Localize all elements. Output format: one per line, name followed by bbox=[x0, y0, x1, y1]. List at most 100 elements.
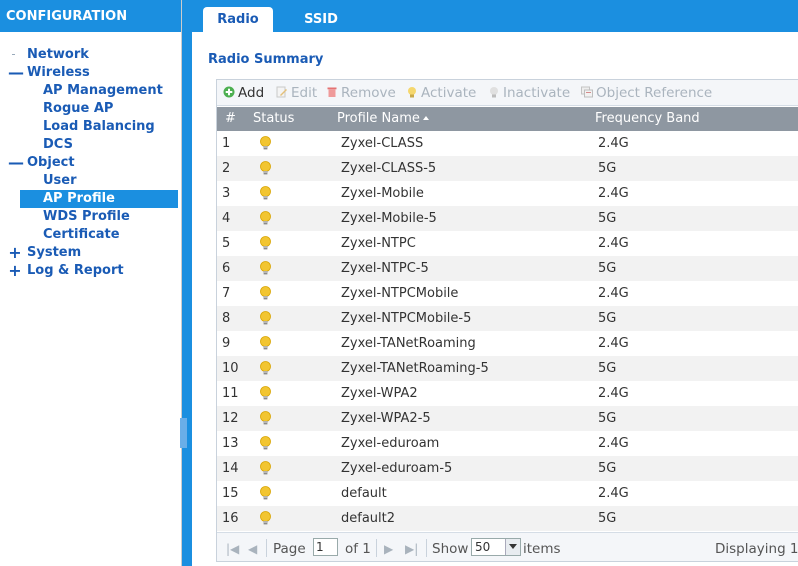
inactivate-button[interactable]: Inactivate bbox=[488, 84, 570, 102]
pager-divider bbox=[266, 539, 267, 557]
first-page-icon[interactable]: |◀ bbox=[226, 540, 239, 558]
frame-border bbox=[182, 0, 192, 566]
table-row[interactable]: 5 Zyxel-NTPC 2.4G bbox=[217, 231, 798, 256]
table-row[interactable]: 16 default2 5G bbox=[217, 506, 798, 531]
sidebar-item-dcs[interactable]: DCS bbox=[0, 136, 181, 154]
sidebar-item-label: Load Balancing bbox=[43, 119, 155, 134]
table-row[interactable]: 3 Zyxel-Mobile 2.4G bbox=[217, 181, 798, 206]
sidebar-item-wds-profile[interactable]: WDS Profile bbox=[0, 208, 181, 226]
sidebar-item-label: DCS bbox=[43, 137, 73, 152]
table-row[interactable]: 1 Zyxel-CLASS 2.4G bbox=[217, 131, 798, 156]
cell-profile-name: Zyxel-Mobile-5 bbox=[341, 211, 437, 226]
table-row[interactable]: 8 Zyxel-NTPCMobile-5 5G bbox=[217, 306, 798, 331]
cell-num: 14 bbox=[222, 461, 239, 476]
inactivate-button-label: Inactivate bbox=[503, 85, 571, 101]
sidebar-item-ap-profile[interactable]: AP Profile bbox=[20, 190, 178, 208]
tab-radio[interactable]: Radio bbox=[203, 7, 273, 32]
sidebar: CONFIGURATION Network — Wireless AP Managem… bbox=[0, 0, 182, 566]
remove-button-label: Remove bbox=[341, 85, 396, 101]
sidebar-item-label: User bbox=[43, 173, 77, 188]
sidebar-item-load-balancing[interactable]: Load Balancing bbox=[0, 118, 181, 136]
cell-num: 15 bbox=[222, 486, 239, 501]
bulb-on-icon bbox=[260, 386, 271, 400]
tab-bar: Radio SSID bbox=[182, 0, 798, 32]
header-status[interactable]: Status bbox=[253, 107, 294, 131]
tab-ssid[interactable]: SSID bbox=[286, 7, 356, 32]
last-page-icon[interactable]: ▶| bbox=[405, 540, 418, 558]
table-row[interactable]: 7 Zyxel-NTPCMobile 2.4G bbox=[217, 281, 798, 306]
expand-icon[interactable]: + bbox=[8, 262, 22, 280]
cell-frequency-band: 2.4G bbox=[598, 336, 629, 351]
cell-frequency-band: 5G bbox=[598, 311, 617, 326]
sidebar-item-wireless[interactable]: — Wireless bbox=[0, 64, 181, 82]
bulb-on-icon bbox=[260, 286, 271, 300]
cell-profile-name: Zyxel-NTPCMobile-5 bbox=[341, 311, 472, 326]
sidebar-item-network[interactable]: Network bbox=[0, 46, 181, 64]
object-reference-button[interactable]: Object Reference bbox=[581, 84, 712, 102]
sidebar-item-system[interactable]: + System bbox=[0, 244, 181, 262]
activate-button[interactable]: Activate bbox=[406, 84, 476, 102]
cell-profile-name: default bbox=[341, 486, 387, 501]
table-header: # Status Profile Name Frequency Band bbox=[217, 107, 798, 131]
cell-profile-name: default2 bbox=[341, 511, 396, 526]
header-frequency-band[interactable]: Frequency Band bbox=[595, 107, 700, 131]
trash-icon bbox=[327, 87, 337, 97]
bulb-on-icon bbox=[260, 461, 271, 475]
table-row[interactable]: 4 Zyxel-Mobile-5 5G bbox=[217, 206, 798, 231]
sidebar-item-label: AP Profile bbox=[43, 191, 115, 206]
table-row[interactable]: 14 Zyxel-eduroam-5 5G bbox=[217, 456, 798, 481]
cell-num: 12 bbox=[222, 411, 239, 426]
page-size-select[interactable]: 50 bbox=[471, 538, 521, 556]
header-num[interactable]: # bbox=[225, 107, 236, 131]
bulb-on-icon bbox=[260, 361, 271, 375]
pager-divider bbox=[376, 539, 377, 557]
sidebar-splitter-handle[interactable] bbox=[180, 418, 187, 448]
table-row[interactable]: 13 Zyxel-eduroam 2.4G bbox=[217, 431, 798, 456]
cell-num: 1 bbox=[222, 136, 231, 151]
add-button[interactable]: Add bbox=[223, 84, 264, 102]
cell-profile-name: Zyxel-WPA2 bbox=[341, 386, 418, 401]
sidebar-item-user[interactable]: User bbox=[0, 172, 181, 190]
table-row[interactable]: 12 Zyxel-WPA2-5 5G bbox=[217, 406, 798, 431]
edit-button[interactable]: Edit bbox=[276, 84, 317, 102]
table-row[interactable]: 6 Zyxel-NTPC-5 5G bbox=[217, 256, 798, 281]
sidebar-item-label: System bbox=[27, 245, 82, 260]
cell-frequency-band: 2.4G bbox=[598, 236, 629, 251]
bulb-on-icon bbox=[260, 511, 271, 525]
bulb-on-icon bbox=[260, 211, 271, 225]
sidebar-item-label: WDS Profile bbox=[43, 209, 130, 224]
collapse-icon[interactable]: — bbox=[8, 64, 24, 82]
page-label: Page bbox=[273, 541, 306, 557]
table-row[interactable]: 9 Zyxel-TANetRoaming 2.4G bbox=[217, 331, 798, 356]
cell-num: 2 bbox=[222, 161, 231, 176]
page-number-input[interactable] bbox=[313, 538, 338, 556]
collapse-icon[interactable]: — bbox=[8, 154, 24, 172]
sidebar-item-object[interactable]: — Object bbox=[0, 154, 181, 172]
cell-num: 5 bbox=[222, 236, 231, 251]
table-row[interactable]: 15 default 2.4G bbox=[217, 481, 798, 506]
object-reference-icon bbox=[581, 86, 593, 98]
cell-num: 11 bbox=[222, 386, 239, 401]
sidebar-header: CONFIGURATION bbox=[0, 0, 181, 32]
cell-frequency-band: 5G bbox=[598, 211, 617, 226]
table-row[interactable]: 2 Zyxel-CLASS-5 5G bbox=[217, 156, 798, 181]
remove-button[interactable]: Remove bbox=[326, 84, 396, 102]
expand-icon[interactable]: + bbox=[8, 244, 22, 262]
bulb-on-icon bbox=[260, 486, 271, 500]
header-profile-name[interactable]: Profile Name bbox=[337, 107, 429, 131]
table-row[interactable]: 10 Zyxel-TANetRoaming-5 5G bbox=[217, 356, 798, 381]
table-row[interactable]: 11 Zyxel-WPA2 2.4G bbox=[217, 381, 798, 406]
cell-num: 13 bbox=[222, 436, 239, 451]
cell-num: 7 bbox=[222, 286, 231, 301]
sidebar-item-certificate[interactable]: Certificate bbox=[0, 226, 181, 244]
next-page-icon[interactable]: ▶ bbox=[384, 540, 393, 558]
sidebar-item-label: Certificate bbox=[43, 227, 120, 242]
sidebar-item-rogue-ap[interactable]: Rogue AP bbox=[0, 100, 181, 118]
activate-button-label: Activate bbox=[421, 85, 477, 101]
cell-profile-name: Zyxel-CLASS bbox=[341, 136, 424, 151]
sidebar-item-log-report[interactable]: + Log & Report bbox=[0, 262, 181, 280]
cell-frequency-band: 2.4G bbox=[598, 386, 629, 401]
page-size-value: 50 bbox=[475, 540, 491, 554]
previous-page-icon[interactable]: ◀ bbox=[248, 540, 257, 558]
sidebar-item-ap-management[interactable]: AP Management bbox=[0, 82, 181, 100]
